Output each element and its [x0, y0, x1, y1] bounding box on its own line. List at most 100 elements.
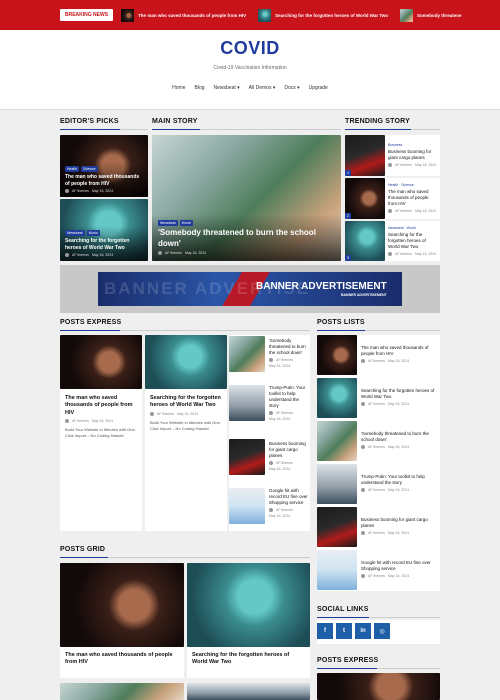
post-title[interactable]: Google hit with record EU fine over Shop… — [361, 560, 437, 572]
post-card[interactable]: Searching for the forgotten heroes of Wo… — [145, 335, 227, 531]
post-title[interactable]: Searching for the forgotten heroes of Wo… — [361, 388, 437, 400]
author[interactable]: AF themes — [72, 189, 89, 193]
post-image[interactable] — [317, 673, 440, 700]
post-title[interactable]: Business booming for giant cargo planes — [269, 441, 309, 459]
author[interactable]: AF themes — [276, 508, 293, 512]
avatar — [65, 253, 69, 257]
author[interactable]: AF themes — [368, 445, 385, 449]
card-title[interactable]: The man who saved thousands of people fr… — [65, 174, 143, 187]
trending-title[interactable]: Business booming for giant cargo planes — [388, 149, 438, 161]
twitter-icon[interactable]: t — [336, 623, 352, 639]
post-title[interactable]: Searching for the forgotten heroes of Wo… — [192, 652, 305, 667]
author[interactable]: AF themes — [368, 531, 385, 535]
post-title[interactable]: Trump-Putin: Your toolkit to help unders… — [361, 474, 437, 486]
post-card[interactable]: The man who saved thousands of people fr… — [60, 335, 142, 531]
banner-image[interactable]: BANNER ADVERTISE BANNER ADVERTISEMENT BA… — [98, 272, 402, 306]
grid-post-card[interactable]: Searching for the forgotten heroes of Wo… — [187, 563, 310, 678]
main-story-title[interactable]: 'Somebody threatened to burn the school … — [158, 228, 335, 249]
ticker-item[interactable]: The man who saved thousands of people fr… — [121, 8, 246, 22]
trending-tags[interactable]: Health · Science — [388, 183, 438, 187]
facebook-icon[interactable]: f — [317, 623, 333, 639]
trending-thumbnail[interactable]: 2 — [345, 178, 385, 219]
card-title[interactable]: Searching for the forgotten heroes of Wo… — [65, 238, 143, 251]
trending-item[interactable]: 3 Newsbeat · World Searching for the for… — [345, 221, 440, 261]
site-logo[interactable]: COVID — [0, 38, 500, 59]
author[interactable]: AF themes — [165, 251, 182, 255]
tag[interactable]: World — [86, 230, 100, 236]
post-title[interactable]: 'Somebody threatened to burn the school … — [361, 431, 437, 443]
ticker-title[interactable]: Searching for the forgotten heroes of Wo… — [275, 13, 388, 18]
nav-item-upgrade[interactable]: Upgrade — [309, 85, 328, 91]
author[interactable]: AF themes — [395, 252, 412, 256]
post-image[interactable] — [187, 563, 310, 647]
post-title[interactable]: Trump-Putin: Your toolkit to help unders… — [269, 385, 309, 409]
editors-pick-card[interactable]: Newsbeat World Searching for the forgotte… — [60, 199, 148, 261]
author[interactable]: AF themes — [157, 412, 174, 416]
tag[interactable]: Health — [65, 166, 80, 172]
post-thumbnail[interactable] — [317, 464, 357, 504]
post-image[interactable] — [60, 683, 184, 700]
tag[interactable]: Newsbeat — [158, 220, 178, 227]
post-title[interactable]: Google hit with record EU fine over Shop… — [269, 488, 309, 506]
trending-thumbnail[interactable]: 1 — [345, 135, 385, 176]
grid-post-card[interactable]: The man who saved thousands of people fr… — [60, 563, 184, 678]
author[interactable]: AF themes — [395, 163, 412, 167]
author[interactable]: AF themes — [368, 488, 385, 492]
post-thumbnail[interactable] — [317, 378, 357, 418]
ticker-item[interactable]: Searching for the forgotten heroes of Wo… — [258, 8, 388, 22]
tag[interactable]: Newsbeat — [65, 230, 85, 236]
ticker-title[interactable]: The man who saved thousands of people fr… — [138, 13, 246, 18]
author[interactable]: AF themes — [276, 411, 293, 415]
post-thumbnail[interactable] — [317, 421, 357, 461]
post-thumbnail[interactable] — [229, 439, 265, 475]
trending-item[interactable]: 2 Health · Science The man who saved tho… — [345, 178, 440, 219]
post-thumbnail[interactable] — [317, 507, 357, 547]
ticker-item[interactable]: Somebody threatene — [400, 8, 462, 22]
post-image[interactable] — [145, 335, 227, 389]
trending-title[interactable]: The man who saved thousands of people fr… — [388, 189, 438, 207]
tag[interactable]: World — [179, 220, 193, 227]
avatar — [269, 508, 273, 513]
author[interactable]: AF themes — [368, 574, 385, 578]
author[interactable]: AF themes — [368, 359, 385, 363]
nav-item-home[interactable]: Home — [172, 85, 185, 91]
post-image[interactable] — [60, 563, 184, 647]
post-title[interactable]: The man who saved thousands of people fr… — [65, 395, 139, 417]
nav-item-newsbeat[interactable]: Newsbeat ▾ — [214, 85, 240, 91]
post-thumbnail[interactable] — [229, 385, 265, 421]
nav-item-blog[interactable]: Blog — [195, 85, 205, 91]
linkedin-icon[interactable]: in — [355, 623, 371, 639]
trending-title[interactable]: Searching for the forgotten heroes of Wo… — [388, 232, 438, 250]
post-image[interactable] — [187, 683, 310, 700]
post-image[interactable] — [60, 335, 142, 389]
editors-pick-card[interactable]: Health Science The man who saved thousand… — [60, 135, 148, 197]
author[interactable]: AF themes — [395, 209, 412, 213]
author[interactable]: AF themes — [72, 419, 89, 423]
post-title[interactable]: Searching for the forgotten heroes of Wo… — [150, 395, 224, 410]
banner-ad[interactable]: BANNER ADVERTISE BANNER ADVERTISEMENT BA… — [60, 265, 440, 313]
nav-item-all-demos[interactable]: All Demos ▾ — [249, 85, 276, 91]
main-story-card[interactable]: Newsbeat World 'Somebody threatened to bu… — [152, 135, 341, 261]
post-thumbnail[interactable] — [229, 488, 265, 524]
trending-thumbnail[interactable]: 3 — [345, 221, 385, 261]
author[interactable]: AF themes — [72, 253, 89, 257]
date: May 16, 2024 — [91, 189, 114, 193]
post-title[interactable]: The man who saved thousands of people fr… — [361, 345, 437, 357]
avatar — [388, 209, 392, 214]
author[interactable]: AF themes — [276, 461, 293, 465]
trending-tags[interactable]: Business — [388, 143, 438, 147]
trending-tags[interactable]: Newsbeat · World — [388, 226, 438, 230]
author[interactable]: AF themes — [276, 358, 293, 362]
ticker-title[interactable]: Somebody threatene — [417, 13, 462, 18]
post-title[interactable]: Business booming for giant cargo planes — [361, 517, 437, 529]
post-thumbnail[interactable] — [317, 335, 357, 375]
post-thumbnail[interactable] — [229, 336, 265, 372]
post-title[interactable]: 'Somebody threatened to burn the school … — [269, 338, 309, 356]
tag[interactable]: Science — [81, 166, 98, 172]
post-thumbnail[interactable] — [317, 550, 357, 590]
author[interactable]: AF themes — [368, 402, 385, 406]
post-title[interactable]: The man who saved thousands of people fr… — [65, 652, 179, 667]
nav-item-docs[interactable]: Docs ▾ — [284, 85, 299, 91]
trending-item[interactable]: 1 Business Business booming for giant ca… — [345, 135, 440, 176]
instagram-icon[interactable]: ◎ — [374, 623, 390, 639]
